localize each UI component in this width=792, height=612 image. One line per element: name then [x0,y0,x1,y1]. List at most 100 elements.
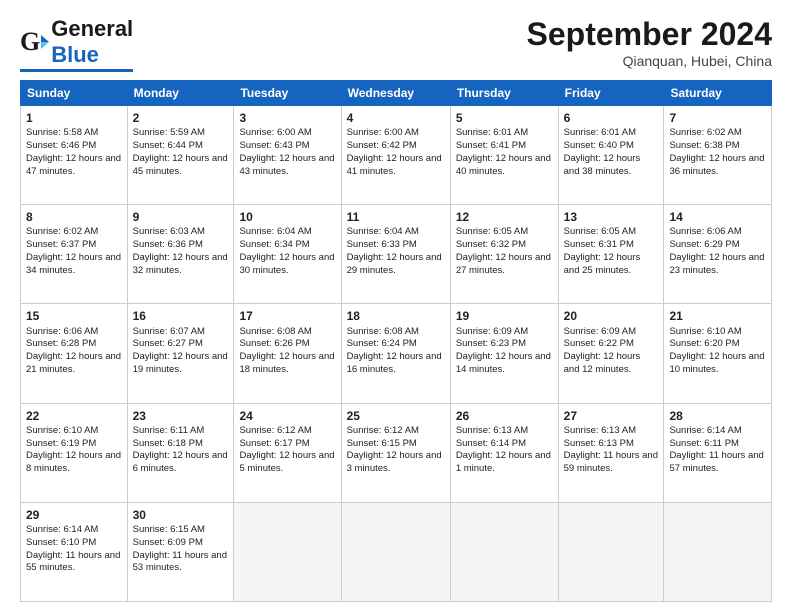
calendar-cell-1: 1Sunrise: 5:58 AM Sunset: 6:46 PM Daylig… [21,106,128,205]
calendar-cell-15: 15 Sunrise: 6:06 AM Sunset: 6:28 PM Dayli… [21,304,128,403]
calendar-cell-5: 5Sunrise: 6:01 AM Sunset: 6:41 PM Daylig… [450,106,558,205]
day-info: Sunrise: 5:59 AM Sunset: 6:44 PM Dayligh… [133,127,229,178]
day-number: 3 [239,110,335,126]
day-info: Sunrise: 6:13 AM Sunset: 6:14 PM Dayligh… [456,425,553,476]
day-info: Sunrise: 6:05 AM Sunset: 6:31 PM Dayligh… [564,226,659,277]
day-info: Sunrise: 6:08 AM Sunset: 6:24 PM Dayligh… [347,326,445,377]
day-info: Sunrise: 6:06 AM Sunset: 6:29 PM Dayligh… [669,226,766,277]
day-number: 17 [239,308,335,324]
day-number: 12 [456,209,553,225]
calendar-cell-empty [341,502,450,601]
day-info: Sunrise: 6:07 AM Sunset: 6:27 PM Dayligh… [133,326,229,377]
calendar-cell-14: 14Sunrise: 6:06 AM Sunset: 6:29 PM Dayli… [664,205,772,304]
day-info: Sunrise: 6:04 AM Sunset: 6:33 PM Dayligh… [347,226,445,277]
col-header-friday: Friday [558,81,664,106]
calendar-cell-27: 27Sunrise: 6:13 AM Sunset: 6:13 PM Dayli… [558,403,664,502]
day-number: 19 [456,308,553,324]
calendar-cell-11: 11Sunrise: 6:04 AM Sunset: 6:33 PM Dayli… [341,205,450,304]
day-info: Sunrise: 6:13 AM Sunset: 6:13 PM Dayligh… [564,425,659,476]
day-info: Sunrise: 6:02 AM Sunset: 6:38 PM Dayligh… [669,127,766,178]
day-number: 7 [669,110,766,126]
calendar-cell-6: 6Sunrise: 6:01 AM Sunset: 6:40 PM Daylig… [558,106,664,205]
day-info: Sunrise: 6:11 AM Sunset: 6:18 PM Dayligh… [133,425,229,476]
day-number: 8 [26,209,122,225]
day-number: 15 [26,308,122,324]
day-number: 28 [669,408,766,424]
calendar-cell-2: 2Sunrise: 5:59 AM Sunset: 6:44 PM Daylig… [127,106,234,205]
day-number: 25 [347,408,445,424]
day-info: Sunrise: 6:09 AM Sunset: 6:23 PM Dayligh… [456,326,553,377]
month-title: September 2024 [527,16,772,53]
day-number: 30 [133,507,229,523]
calendar-cell-empty [234,502,341,601]
calendar-week-1: 8Sunrise: 6:02 AM Sunset: 6:37 PM Daylig… [21,205,772,304]
title-block: September 2024 Qianquan, Hubei, China [527,16,772,69]
header: G General Blue September 2024 [20,16,772,72]
logo-underline [20,69,133,72]
day-info: Sunrise: 6:12 AM Sunset: 6:17 PM Dayligh… [239,425,335,476]
col-header-thursday: Thursday [450,81,558,106]
logo-arrow-icon [41,35,49,49]
location: Qianquan, Hubei, China [527,53,772,69]
day-info: Sunrise: 6:02 AM Sunset: 6:37 PM Dayligh… [26,226,122,277]
day-number: 10 [239,209,335,225]
day-info: Sunrise: 5:58 AM Sunset: 6:46 PM Dayligh… [26,127,122,178]
calendar-cell-24: 24Sunrise: 6:12 AM Sunset: 6:17 PM Dayli… [234,403,341,502]
calendar-cell-22: 22Sunrise: 6:10 AM Sunset: 6:19 PM Dayli… [21,403,128,502]
day-info: Sunrise: 6:12 AM Sunset: 6:15 PM Dayligh… [347,425,445,476]
col-header-sunday: Sunday [21,81,128,106]
day-info: Sunrise: 6:14 AM Sunset: 6:11 PM Dayligh… [669,425,766,476]
day-number: 4 [347,110,445,126]
logo-general-text: General [51,16,133,42]
day-number: 21 [669,308,766,324]
calendar-cell-7: 7Sunrise: 6:02 AM Sunset: 6:38 PM Daylig… [664,106,772,205]
day-number: 23 [133,408,229,424]
day-number: 18 [347,308,445,324]
calendar-cell-4: 4Sunrise: 6:00 AM Sunset: 6:42 PM Daylig… [341,106,450,205]
day-number: 22 [26,408,122,424]
day-info: Sunrise: 6:14 AM Sunset: 6:10 PM Dayligh… [26,524,122,575]
day-info: Sunrise: 6:15 AM Sunset: 6:09 PM Dayligh… [133,524,229,575]
calendar-cell-23: 23Sunrise: 6:11 AM Sunset: 6:18 PM Dayli… [127,403,234,502]
day-number: 11 [347,209,445,225]
calendar-week-2: 15 Sunrise: 6:06 AM Sunset: 6:28 PM Dayli… [21,304,772,403]
calendar-cell-empty [558,502,664,601]
day-info: Sunrise: 6:01 AM Sunset: 6:40 PM Dayligh… [564,127,659,178]
calendar-table: SundayMondayTuesdayWednesdayThursdayFrid… [20,80,772,602]
day-number: 16 [133,308,229,324]
day-info: Sunrise: 6:04 AM Sunset: 6:34 PM Dayligh… [239,226,335,277]
day-number: 1 [26,110,122,126]
col-header-saturday: Saturday [664,81,772,106]
calendar-cell-30: 30Sunrise: 6:15 AM Sunset: 6:09 PM Dayli… [127,502,234,601]
day-info: Sunrise: 6:00 AM Sunset: 6:43 PM Dayligh… [239,127,335,178]
day-number: 5 [456,110,553,126]
calendar-cell-17: 17Sunrise: 6:08 AM Sunset: 6:26 PM Dayli… [234,304,341,403]
day-number: 29 [26,507,122,523]
calendar-week-3: 22Sunrise: 6:10 AM Sunset: 6:19 PM Dayli… [21,403,772,502]
calendar-week-0: 1Sunrise: 5:58 AM Sunset: 6:46 PM Daylig… [21,106,772,205]
calendar-cell-16: 16 Sunrise: 6:07 AM Sunset: 6:27 PM Dayli… [127,304,234,403]
day-info: Sunrise: 6:09 AM Sunset: 6:22 PM Dayligh… [564,326,659,377]
calendar-cell-21: 21 Sunrise: 6:10 AM Sunset: 6:20 PM Dayli… [664,304,772,403]
day-info: Sunrise: 6:03 AM Sunset: 6:36 PM Dayligh… [133,226,229,277]
calendar-cell-12: 12Sunrise: 6:05 AM Sunset: 6:32 PM Dayli… [450,205,558,304]
day-number: 24 [239,408,335,424]
col-header-monday: Monday [127,81,234,106]
day-info: Sunrise: 6:06 AM Sunset: 6:28 PM Dayligh… [26,326,122,377]
day-info: Sunrise: 6:05 AM Sunset: 6:32 PM Dayligh… [456,226,553,277]
calendar-cell-empty [664,502,772,601]
calendar-cell-3: 3Sunrise: 6:00 AM Sunset: 6:43 PM Daylig… [234,106,341,205]
calendar-cell-26: 26Sunrise: 6:13 AM Sunset: 6:14 PM Dayli… [450,403,558,502]
col-header-tuesday: Tuesday [234,81,341,106]
calendar-cell-20: 20 Sunrise: 6:09 AM Sunset: 6:22 PM Dayli… [558,304,664,403]
calendar-cell-25: 25Sunrise: 6:12 AM Sunset: 6:15 PM Dayli… [341,403,450,502]
day-number: 13 [564,209,659,225]
day-number: 26 [456,408,553,424]
day-number: 20 [564,308,659,324]
calendar-cell-18: 18 Sunrise: 6:08 AM Sunset: 6:24 PM Dayli… [341,304,450,403]
day-number: 6 [564,110,659,126]
day-number: 9 [133,209,229,225]
day-number: 2 [133,110,229,126]
day-info: Sunrise: 6:10 AM Sunset: 6:20 PM Dayligh… [669,326,766,377]
col-header-wednesday: Wednesday [341,81,450,106]
